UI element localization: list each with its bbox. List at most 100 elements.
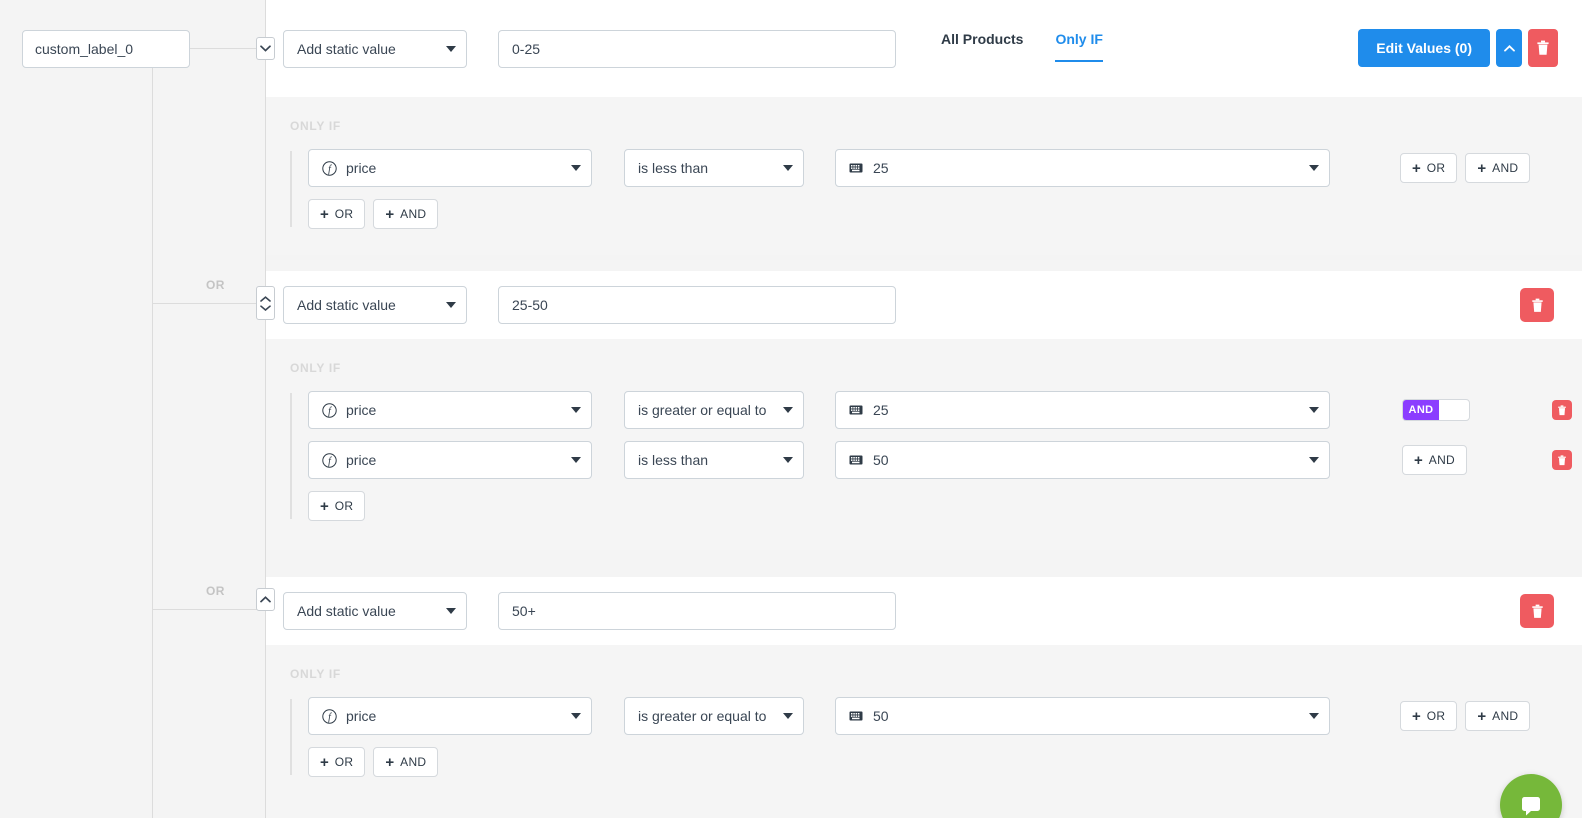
- block-3-reorder-up[interactable]: [256, 588, 275, 611]
- condition-row-add-buttons: + OR + AND: [1400, 153, 1530, 183]
- condition-operator-select[interactable]: is greater or equal to: [624, 697, 804, 735]
- condition-operator-select[interactable]: is greater or equal to: [624, 391, 804, 429]
- block-1-condition-group: f price is less than: [290, 149, 1582, 229]
- function-icon: f: [322, 453, 337, 468]
- condition-row: f price is greater or equal to: [308, 391, 1582, 429]
- condition-value-select[interactable]: 50: [835, 697, 1330, 735]
- trash-icon: [1536, 40, 1550, 56]
- block-2-value-input[interactable]: 25-50: [498, 286, 896, 324]
- collapse-all-button[interactable]: [1496, 29, 1522, 67]
- add-and-label: AND: [1492, 709, 1518, 723]
- block-1-onlyif-label: ONLY IF: [290, 119, 1582, 133]
- tab-all-products[interactable]: All Products: [941, 30, 1023, 62]
- block-3-value-text: 50+: [512, 603, 536, 619]
- chevron-down-icon: [446, 608, 456, 614]
- condition-operator-label: is less than: [638, 160, 708, 176]
- block-1-value-text: 0-25: [512, 41, 540, 57]
- block-1-group-add-buttons: + OR + AND: [308, 199, 1582, 229]
- add-or-button[interactable]: + OR: [1400, 153, 1457, 183]
- group-add-and-button[interactable]: + AND: [373, 199, 438, 229]
- condition-field-select[interactable]: f price: [308, 441, 592, 479]
- block-3-group-add-buttons: + OR + AND: [308, 747, 1582, 777]
- condition-value-label: 25: [873, 402, 889, 418]
- block-2-reorder-spinner[interactable]: [256, 286, 275, 320]
- keyboard-icon: [849, 405, 863, 415]
- condition-field-select[interactable]: f price: [308, 149, 592, 187]
- chevron-down-icon: [1309, 457, 1319, 463]
- block-3-value-input[interactable]: 50+: [498, 592, 896, 630]
- condition-field-select[interactable]: f price: [308, 697, 592, 735]
- condition-value-select[interactable]: 50: [835, 441, 1330, 479]
- condition-value-label: 50: [873, 452, 889, 468]
- chat-icon: [1518, 792, 1544, 818]
- add-or-label: OR: [1427, 161, 1446, 175]
- chevron-down-icon: [571, 407, 581, 413]
- block-1-conditions: ONLY IF f price is less t: [266, 97, 1582, 255]
- tree-line-vertical-main: [152, 68, 153, 818]
- custom-label-value: custom_label_0: [35, 41, 133, 57]
- value-block-2: Add static value 25-50 ONLY IF: [266, 271, 1582, 550]
- chevron-down-icon: [1309, 713, 1319, 719]
- condition-value-label: 25: [873, 160, 889, 176]
- delete-label-button[interactable]: [1528, 29, 1558, 67]
- block-3-static-label: Add static value: [297, 603, 396, 619]
- plus-icon: +: [1477, 161, 1486, 176]
- block-2-delete-button[interactable]: [1520, 288, 1554, 322]
- trash-icon: [1531, 298, 1544, 313]
- block-2-header: Add static value 25-50: [266, 271, 1582, 339]
- condition-operator-select[interactable]: is less than: [624, 149, 804, 187]
- block-2-static-select[interactable]: Add static value: [283, 286, 467, 324]
- plus-icon: +: [1412, 709, 1421, 724]
- group-add-and-button[interactable]: + AND: [373, 747, 438, 777]
- trash-icon: [1557, 405, 1567, 416]
- condition-row-add-buttons: + OR + AND: [1400, 701, 1530, 731]
- custom-label-input[interactable]: custom_label_0: [22, 30, 190, 68]
- chevron-down-icon: [571, 713, 581, 719]
- condition-row-add-buttons: + AND: [1402, 445, 1467, 475]
- block-2-condition-group: f price is greater or equal to: [290, 391, 1582, 521]
- condition-field-select[interactable]: f price: [308, 391, 592, 429]
- condition-delete-button[interactable]: [1552, 450, 1572, 470]
- block-1-static-select[interactable]: Add static value: [283, 30, 467, 68]
- block-1-collapse-toggle[interactable]: [256, 37, 275, 60]
- add-or-button[interactable]: + OR: [1400, 701, 1457, 731]
- condition-value-select[interactable]: 25: [835, 391, 1330, 429]
- block-3-delete-button[interactable]: [1520, 594, 1554, 628]
- block-3-static-select[interactable]: Add static value: [283, 592, 467, 630]
- add-and-button[interactable]: + AND: [1465, 701, 1530, 731]
- condition-value-label: 50: [873, 708, 889, 724]
- block-2-value-text: 25-50: [512, 297, 548, 313]
- plus-icon: +: [1412, 161, 1421, 176]
- value-block-3: Add static value 50+ ONLY IF: [266, 577, 1582, 818]
- tab-only-if-label: Only IF: [1055, 31, 1102, 47]
- condition-operator-select[interactable]: is less than: [624, 441, 804, 479]
- group-add-or-button[interactable]: + OR: [308, 491, 365, 521]
- block-1-value-input[interactable]: 0-25: [498, 30, 896, 68]
- svg-text:f: f: [328, 406, 332, 417]
- keyboard-icon: [849, 455, 863, 465]
- add-and-button[interactable]: + AND: [1402, 445, 1467, 475]
- condition-and-toggle[interactable]: AND: [1402, 399, 1470, 421]
- group-add-or-button[interactable]: + OR: [308, 747, 365, 777]
- chevron-down-icon: [446, 46, 456, 52]
- chevron-down-icon: [783, 457, 793, 463]
- condition-row: f price is less than: [308, 441, 1582, 479]
- condition-delete-button[interactable]: [1552, 400, 1572, 420]
- condition-value-select[interactable]: 25: [835, 149, 1330, 187]
- condition-field-label: price: [346, 160, 376, 176]
- group-add-or-label: OR: [335, 499, 354, 513]
- keyboard-icon: [849, 163, 863, 173]
- block-1-static-label: Add static value: [297, 41, 396, 57]
- condition-row: f price is greater or equal to: [308, 697, 1582, 735]
- trash-icon: [1531, 604, 1544, 619]
- group-add-and-label: AND: [400, 755, 426, 769]
- chevron-down-icon: [260, 45, 271, 52]
- add-and-button[interactable]: + AND: [1465, 153, 1530, 183]
- group-add-or-button[interactable]: + OR: [308, 199, 365, 229]
- chevron-down-icon: [1309, 165, 1319, 171]
- svg-text:f: f: [328, 456, 332, 467]
- tab-only-if[interactable]: Only IF: [1055, 30, 1102, 62]
- block-2-group-add-buttons: + OR: [308, 491, 1582, 521]
- svg-text:f: f: [328, 164, 332, 175]
- edit-values-button[interactable]: Edit Values (0): [1358, 29, 1490, 67]
